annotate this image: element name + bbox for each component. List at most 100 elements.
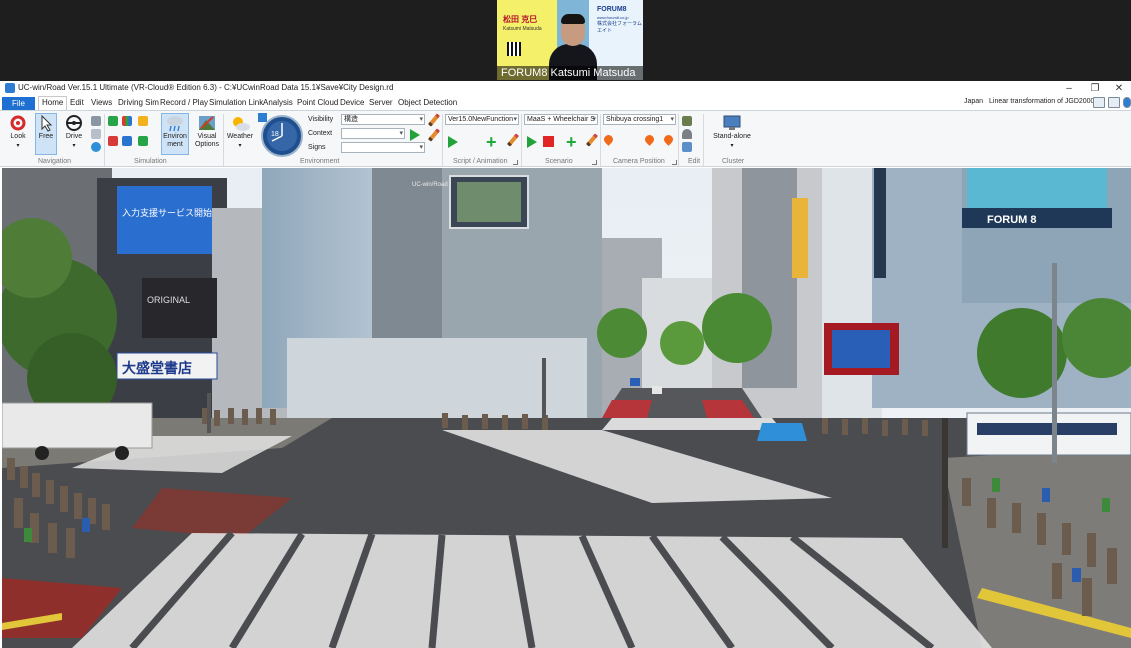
tab-object-detection[interactable]: Object Detection <box>398 98 457 107</box>
signs-label: Signs <box>308 144 326 151</box>
edit-visibility-icon[interactable] <box>427 113 441 127</box>
edit-scenario-icon[interactable] <box>585 133 599 147</box>
tool-icon-1[interactable] <box>91 116 101 126</box>
tab-views[interactable]: Views <box>91 98 112 107</box>
participant-video-tile[interactable]: 松田 克巳 Katsumi Matsuda FORUM8 www.forum8.… <box>497 0 643 80</box>
add-camera-pin-icon[interactable] <box>643 133 656 146</box>
visibility-label: Visibility <box>308 116 334 123</box>
poster-name: 松田 克巳 <box>503 15 538 24</box>
app-window: UC-win/Road Ver.15.1 Ultimate (VR-Cloud®… <box>0 81 1131 648</box>
camera-pin-icon[interactable] <box>602 133 615 146</box>
tool-icon-2[interactable] <box>91 129 101 139</box>
maximize-button[interactable]: ❐ <box>1084 82 1106 95</box>
car-icon[interactable] <box>122 136 132 146</box>
clock-widget[interactable]: 18 <box>258 113 304 157</box>
group-label-script: Script / Animation <box>453 158 508 165</box>
video-call-strip: 松田 克巳 Katsumi Matsuda FORUM8 www.forum8.… <box>0 0 1131 81</box>
save-icon[interactable] <box>1108 97 1120 108</box>
bar-chart-icon[interactable] <box>138 116 148 126</box>
gear-icon[interactable] <box>91 142 101 152</box>
billboard-right-2: ORIGINAL <box>147 295 190 305</box>
group-label-simulation: Simulation <box>134 158 167 165</box>
weather-button[interactable]: Weather ▾ <box>226 114 254 158</box>
tab-analysis[interactable]: Analysis <box>263 98 293 107</box>
steering-wheel-icon <box>66 115 82 131</box>
menu-file[interactable]: File <box>2 97 35 110</box>
poster-brand: FORUM8 <box>597 6 627 13</box>
standalone-dropdown-icon: ▾ <box>730 143 734 149</box>
play-scenario-icon[interactable] <box>527 136 537 148</box>
script-dialog-launcher-icon[interactable] <box>513 160 518 165</box>
free-button[interactable]: Free <box>35 113 57 155</box>
billboard-left-2: 大盛堂書店 <box>122 360 192 377</box>
tab-edit[interactable]: Edit <box>70 98 84 107</box>
scenario-select[interactable]: MaaS + Wheelchair S <box>524 114 598 125</box>
context-select[interactable] <box>341 128 405 139</box>
title-bar[interactable]: UC-win/Road Ver.15.1 Ultimate (VR-Cloud®… <box>0 81 1131 96</box>
chart-icon[interactable] <box>122 116 132 126</box>
help-icon[interactable] <box>1123 97 1131 108</box>
play-script-icon[interactable] <box>448 136 458 148</box>
computer-icon <box>723 115 741 130</box>
road-icon[interactable] <box>682 142 692 152</box>
edit-script-icon[interactable] <box>506 133 520 147</box>
signal-icon[interactable] <box>138 136 148 146</box>
group-label-scenario: Scenario <box>545 158 573 165</box>
app-icon <box>5 83 15 93</box>
clock-hour: 18 <box>271 131 279 138</box>
cursor-icon <box>41 114 53 132</box>
close-button[interactable]: ✕ <box>1108 82 1130 95</box>
tab-server[interactable]: Server <box>369 98 393 107</box>
participant-hair <box>561 14 585 24</box>
edit-camera-pin-icon[interactable] <box>662 133 675 146</box>
coordinate-system-label: Linear transformation of JGD2000 <box>989 98 1095 105</box>
group-label-navigation: Navigation <box>38 158 72 165</box>
participant-name-label: FORUM8 Katsumi Matsuda <box>497 66 643 80</box>
tab-driving-sim[interactable]: Driving Sim <box>118 98 159 107</box>
separator <box>600 114 601 166</box>
screen: 松田 克巳 Katsumi Matsuda FORUM8 www.forum8.… <box>0 0 1131 648</box>
tab-simulation-link[interactable]: Simulation Link <box>209 98 263 107</box>
traffic-icon[interactable] <box>108 136 118 146</box>
context-label: Context <box>308 130 333 137</box>
play-context-icon[interactable] <box>410 129 420 141</box>
message-icon[interactable] <box>1093 97 1105 108</box>
poster-brand-jp: 株式会社フォーラムエイト <box>597 21 642 34</box>
tab-device[interactable]: Device <box>340 98 364 107</box>
poster-sub: Katsumi Matsuda <box>503 26 542 32</box>
menu-bar: File Home Edit Views Driving Sim Record … <box>0 96 1131 110</box>
environment-button[interactable]: Environ ment <box>161 113 189 155</box>
look-button[interactable]: Look ▾ <box>5 114 31 158</box>
standalone-button[interactable]: Stand-alone ▾ <box>708 114 756 158</box>
tab-point-cloud[interactable]: Point Cloud <box>297 98 338 107</box>
visibility-select[interactable]: 構造 <box>341 114 425 125</box>
separator <box>678 114 679 166</box>
tab-home[interactable]: Home <box>38 96 68 110</box>
add-scenario-icon[interactable]: + <box>566 133 577 151</box>
drive-dropdown-icon: ▾ <box>72 143 76 149</box>
add-script-icon[interactable]: + <box>486 133 497 151</box>
separator <box>442 114 443 166</box>
region-label: Japan <box>964 98 984 105</box>
script-select[interactable]: Ver15.0NewFunction <box>445 114 519 125</box>
model-icon[interactable] <box>682 129 692 139</box>
separator <box>104 114 105 166</box>
ribbon: Look ▾ Free Drive ▾ Navigation Environ m… <box>0 110 1131 167</box>
signs-select[interactable] <box>341 142 425 153</box>
play-sim-icon[interactable] <box>108 116 118 126</box>
camera-dialog-launcher-icon[interactable] <box>672 160 677 165</box>
window-title: UC-win/Road Ver.15.1 Ultimate (VR-Cloud®… <box>18 83 394 92</box>
separator <box>223 114 224 166</box>
group-label-environment: Environment <box>300 158 340 165</box>
3d-viewport[interactable]: UC-win/Road 入力支援サービス開始 大盛堂書店 FORUM 8 ORI… <box>2 168 1131 648</box>
tab-record-play[interactable]: Record / Play <box>160 98 208 107</box>
edit-context-icon[interactable] <box>427 128 441 142</box>
minimize-button[interactable]: – <box>1058 82 1080 95</box>
terrain-icon[interactable] <box>682 116 692 126</box>
camera-position-select[interactable]: Shibuya crossing1 <box>603 114 676 125</box>
stop-scenario-icon[interactable] <box>543 136 554 147</box>
group-label-edit: Edit <box>688 158 701 165</box>
drive-button[interactable]: Drive ▾ <box>62 114 86 158</box>
scenario-dialog-launcher-icon[interactable] <box>592 160 597 165</box>
visual-options-button[interactable]: Visual Options <box>193 114 221 156</box>
